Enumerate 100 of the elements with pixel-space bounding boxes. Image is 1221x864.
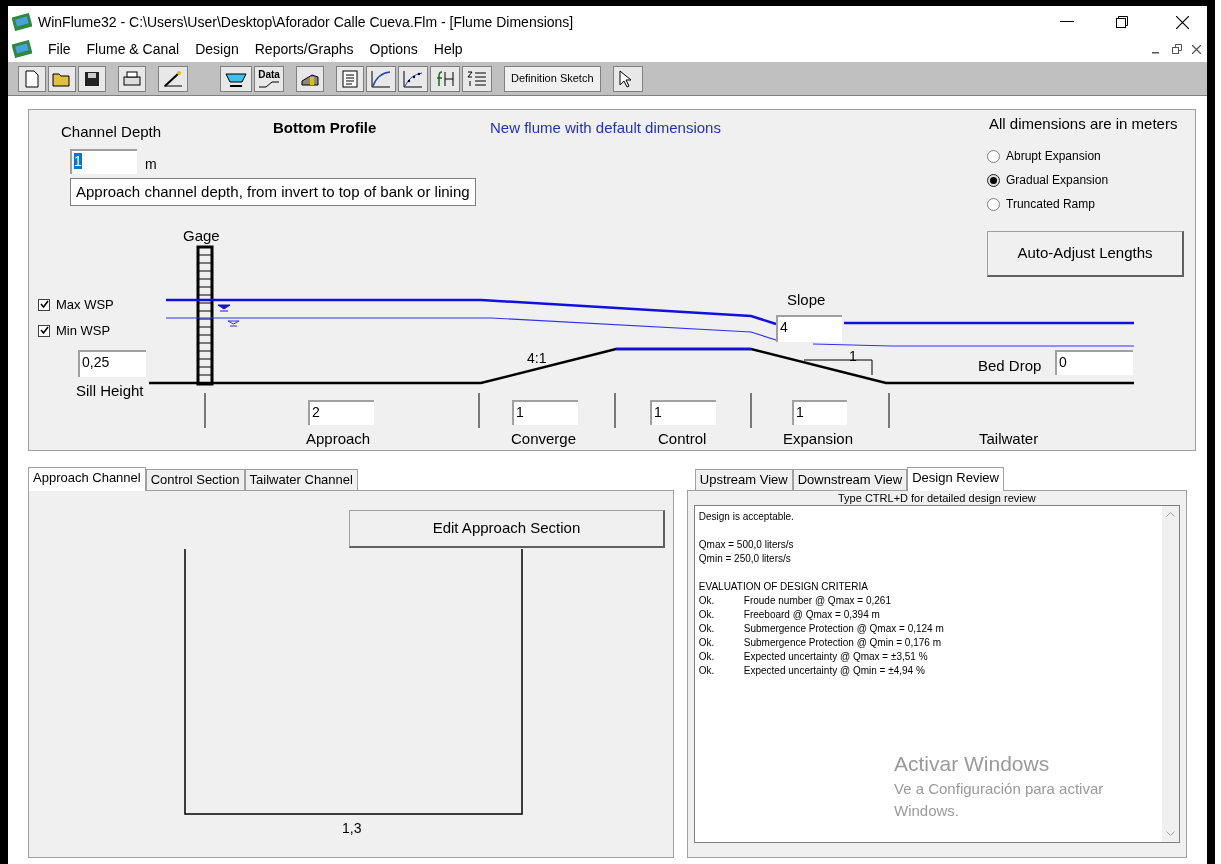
function-button[interactable] [430,65,460,92]
tab[interactable]: Tailwater Channel [244,469,358,490]
criterion-text: Expected uncertainty @ Qmax = ±3,51 % [743,650,928,664]
activation-title: Activar Windows [894,751,1051,777]
curve-icon [370,68,392,89]
new-file-icon [25,69,39,88]
close-icon[interactable] [1192,44,1201,54]
radio-label[interactable]: Truncated Ramp [1006,195,1095,213]
length-field[interactable]: 1 [792,400,847,425]
new-file-button[interactable] [18,65,46,92]
review-line: Qmax = 500,0 liters/s [698,538,795,552]
close-icon[interactable] [1176,15,1189,29]
save-icon [84,70,100,87]
criterion-text: Submergence Protection @ Qmin = 0,176 m [743,636,941,650]
water-level-icon [217,304,231,312]
menu-item[interactable]: Options [361,38,426,60]
data-button[interactable]: Data [254,65,284,92]
activation-text: Windows. [894,801,961,821]
slope-run-label: 1 [849,347,857,366]
save-button[interactable] [78,65,106,92]
restore-icon[interactable] [1116,16,1128,28]
criterion-text: Freeboard @ Qmax = 0,394 m [743,608,880,622]
review-heading: EVALUATION OF DESIGN CRITERIA [698,580,869,594]
activation-text: Ve a Configuración para activar [894,779,1104,799]
slope-line-icon [258,79,280,88]
channel-depth-label: Channel Depth [61,122,162,142]
length-field[interactable]: 2 [308,400,374,425]
print-icon [122,70,142,87]
open-folder-icon [52,70,72,87]
radio-button[interactable] [987,149,1000,163]
tab[interactable]: Design Review [907,467,1004,491]
units-note: All dimensions are in meters [989,114,1178,134]
window-title: WinFlume32 - C:\Users\User\Desktop\Aforador Calle Cueva.Flm - [Flume Dimensions] [38,12,574,32]
print-button[interactable] [118,65,146,92]
profile-title: Bottom Profile [273,118,377,138]
sort-list-button[interactable] [462,65,492,92]
slope-field[interactable]: 4 [776,315,842,342]
report-button[interactable] [336,65,364,92]
channel-depth-field[interactable]: 1 [70,149,137,174]
status-message: New flume with default dimensions [490,118,721,138]
radio-label[interactable]: Abrupt Expansion [1006,147,1101,165]
section-label: Converge [511,429,577,449]
tab[interactable]: Approach Channel [28,467,146,491]
criterion-text: Expected uncertainty @ Qmin = ±4,94 % [743,664,925,678]
menu-item[interactable]: Reports/Graphs [246,38,362,60]
wsp-checkbox[interactable]: Min WSP [38,321,111,341]
scatter-curve-button[interactable] [398,65,428,92]
wand-icon [162,69,184,88]
hint-text: Approach channel depth, from invert to top of bank or lining [70,178,476,206]
menu-item[interactable]: Help [425,38,471,60]
document-icon[interactable] [12,40,32,58]
report-icon [342,69,358,88]
criterion-status: Ok. [698,650,716,664]
slope-label: Slope [787,290,826,310]
menu-item[interactable]: Flume & Canal [78,38,188,60]
bed-drop-label: Bed Drop [978,356,1042,376]
criterion-status: Ok. [698,664,716,678]
ratio-label: 4:1 [527,349,547,368]
tab[interactable]: Upstream View [694,469,793,490]
gage-label: Gage [183,226,220,246]
radio-button[interactable] [987,173,1000,187]
bed-drop-field[interactable]: 0 [1055,350,1133,375]
bar-chart-button[interactable] [296,65,324,92]
radio-label[interactable]: Gradual Expansion [1006,171,1109,189]
criterion-status: Ok. [698,594,716,608]
radio-button[interactable] [987,197,1000,211]
criterion-text: Submergence Protection @ Qmax = 0,124 m [743,622,944,636]
check-icon [39,326,49,336]
criterion-status: Ok. [698,608,716,622]
minimize-icon[interactable] [1060,21,1074,23]
unit-label: m [145,155,157,174]
edit-approach-button[interactable]: Edit Approach Section [349,510,665,548]
definition-sketch-button[interactable]: Definition Sketch [504,65,601,92]
restore-icon[interactable] [1172,44,1182,54]
menu-item[interactable]: File [40,38,79,60]
review-summary: Design is acceptable. [698,510,795,524]
sill-height-label: Sill Height [76,381,144,401]
criterion-status: Ok. [698,622,716,636]
flume-button[interactable] [220,65,252,92]
wand-button[interactable] [158,65,188,92]
wsp-checkbox[interactable]: Max WSP [38,295,114,315]
tab[interactable]: Control Section [145,469,245,490]
open-folder-button[interactable] [48,65,76,92]
review-line: Qmin = 250,0 liters/s [698,552,792,566]
width-label: 1,3 [342,819,362,838]
length-field[interactable]: 1 [650,400,716,425]
section-label: Tailwater [979,429,1039,449]
slope-bracket [803,359,873,376]
function-icon [434,68,456,89]
auto-adjust-button[interactable]: Auto-Adjust Lengths [987,231,1184,277]
curve-button[interactable] [366,65,396,92]
section-label: Control [658,429,707,449]
menu-item[interactable]: Design [187,38,247,60]
section-label: Expansion [783,429,854,449]
help-pointer-button[interactable] [612,65,643,92]
water-level-icon [227,320,240,327]
length-field[interactable]: 1 [512,400,578,425]
check-icon [39,300,49,310]
sill-height-field[interactable]: 0,25 [78,350,146,377]
tab[interactable]: Downstream View [792,469,908,490]
